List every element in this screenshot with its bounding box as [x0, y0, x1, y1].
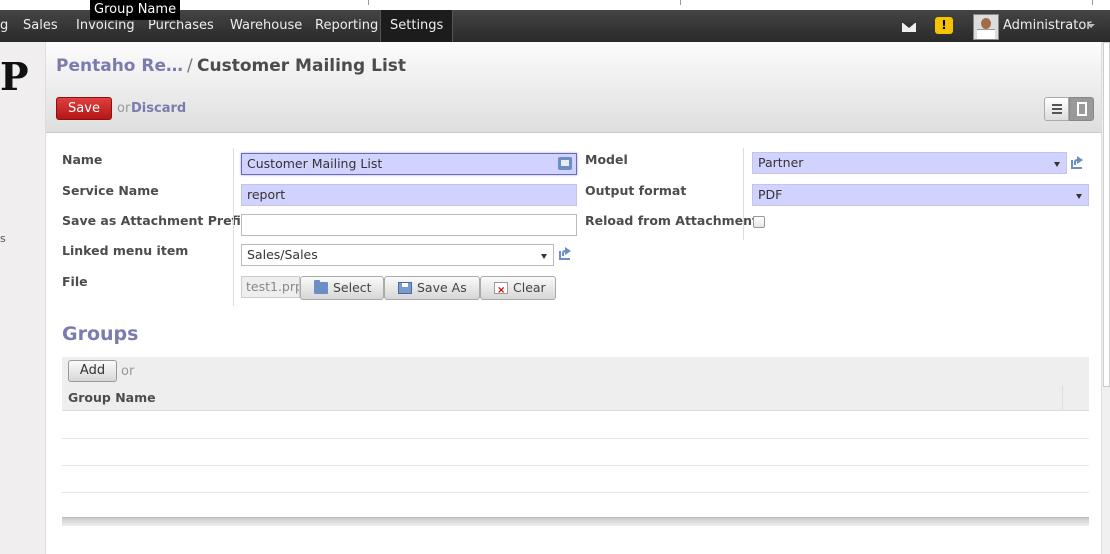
select-file-button[interactable]: Select [300, 276, 384, 300]
clear-file-label: Clear [513, 280, 546, 295]
reload-attachment-checkbox[interactable] [753, 216, 765, 228]
save-as-label: Save As [417, 280, 467, 295]
name-label: Name [62, 152, 103, 167]
menu-item-warehouse[interactable]: Warehouse [230, 10, 302, 42]
groups-toolbar [62, 357, 1089, 386]
service-name-label: Service Name [62, 183, 159, 198]
table-row [62, 465, 1089, 466]
linked-menu-select[interactable]: Sales/Sales [241, 244, 554, 266]
warning-icon[interactable]: ! [935, 17, 953, 34]
dropdown-arrow-icon [1076, 194, 1082, 199]
left-sidebar [0, 42, 46, 554]
file-label: File [62, 274, 88, 289]
table-row [62, 438, 1089, 439]
translate-icon[interactable] [558, 157, 572, 170]
scrollbar[interactable] [1101, 42, 1110, 554]
menu-item-sales[interactable]: Sales [23, 10, 58, 42]
groups-table-footer [62, 517, 1089, 526]
breadcrumb-separator: / [187, 56, 193, 76]
page-title: Customer Mailing List [197, 56, 407, 76]
linked-menu-value: Sales/Sales [247, 247, 318, 262]
groups-or-text: or [121, 364, 135, 379]
external-link-icon[interactable] [1071, 156, 1087, 170]
output-format-label: Output format [585, 183, 687, 198]
groups-table-header [62, 386, 1089, 411]
add-group-button[interactable]: Add [68, 360, 117, 382]
linked-menu-label: Linked menu item [62, 243, 189, 258]
discard-button[interactable]: Discard [131, 101, 186, 116]
menu-item-reporting[interactable]: Reporting [315, 10, 378, 42]
model-select[interactable]: Partner [752, 152, 1067, 174]
breadcrumb-parent[interactable]: Pentaho Re… [56, 56, 183, 76]
logo: P [0, 54, 29, 99]
dropdown-arrow-icon [1054, 162, 1060, 167]
select-file-label: Select [333, 280, 372, 295]
column-divider [233, 148, 234, 306]
service-name-input[interactable]: report [241, 184, 577, 206]
header-divider [1062, 386, 1063, 411]
chevron-down-icon[interactable] [1087, 24, 1095, 28]
reload-attachment-label: Reload from Attachment [585, 213, 759, 228]
mail-icon[interactable] [902, 23, 916, 32]
model-label: Model [585, 152, 628, 167]
clear-file-button[interactable]: Clear [480, 276, 556, 302]
name-input[interactable]: Customer Mailing List [241, 153, 577, 175]
sidebar-fragment: s [0, 232, 6, 245]
tooltip: Group Name [90, 0, 181, 20]
menu-item-settings[interactable]: Settings [380, 10, 454, 42]
save-button[interactable]: Save [56, 97, 112, 120]
attachment-prefix-input[interactable] [241, 214, 577, 236]
model-value: Partner [758, 155, 804, 170]
scrollbar-thumb[interactable] [1103, 42, 1110, 387]
table-row [62, 492, 1089, 493]
or-text: or [117, 101, 131, 116]
attachment-prefix-label: Save as Attachment Prefix [62, 213, 249, 228]
output-format-select[interactable]: PDF [752, 184, 1089, 206]
column-divider-right [743, 148, 744, 240]
save-as-button[interactable]: Save As [384, 276, 480, 300]
groups-section-title: Groups [62, 323, 139, 345]
form-view-icon[interactable] [1069, 97, 1094, 121]
menu-item-cut[interactable]: g [0, 10, 8, 42]
list-view-icon[interactable] [1044, 97, 1069, 121]
external-link-icon[interactable] [559, 247, 575, 261]
save-icon [398, 282, 412, 294]
output-format-value: PDF [758, 187, 783, 202]
dropdown-arrow-icon [541, 254, 547, 259]
user-menu-label[interactable]: Administrator [1003, 10, 1092, 42]
group-name-column-header[interactable]: Group Name [68, 390, 156, 405]
avatar[interactable] [973, 14, 999, 40]
file-name-field: test1.prp [241, 276, 300, 298]
clear-icon [494, 280, 508, 302]
folder-icon [314, 280, 328, 294]
